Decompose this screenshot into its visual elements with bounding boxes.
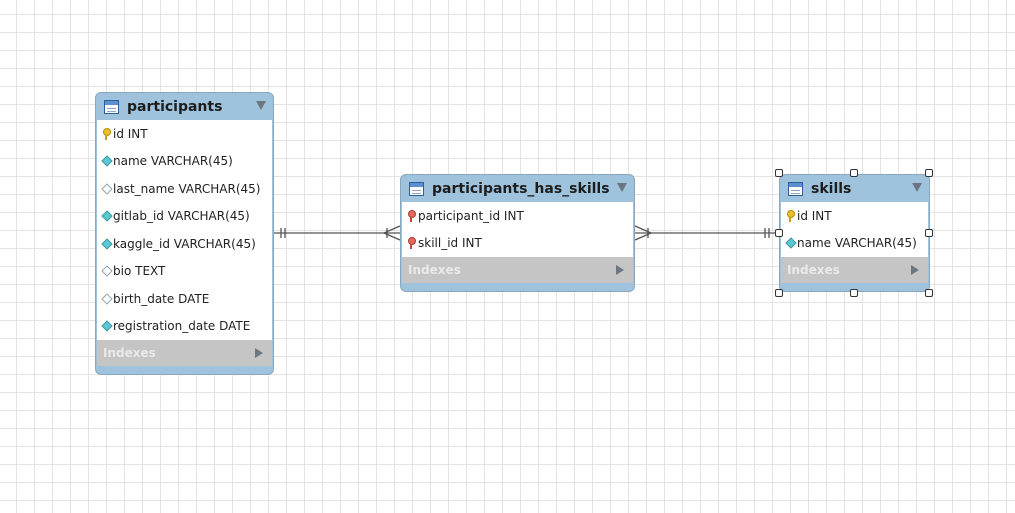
relationship-participants-to-participants-has-skills[interactable] xyxy=(274,225,401,241)
column-row[interactable]: participant_id INT xyxy=(402,202,633,230)
table-icon xyxy=(409,181,424,196)
table-footer xyxy=(96,366,273,374)
not-null-column-icon xyxy=(786,237,795,249)
collapse-arrow-icon[interactable] xyxy=(256,101,266,110)
column-label: id INT xyxy=(113,126,148,141)
crowfoot-mark xyxy=(634,225,652,234)
table-title: participants_has_skills xyxy=(432,180,610,197)
collapse-arrow-icon[interactable] xyxy=(617,183,627,192)
indexes-section[interactable]: Indexes xyxy=(402,257,633,283)
indexes-section[interactable]: Indexes xyxy=(781,257,928,283)
nullable-column-icon xyxy=(102,265,111,277)
column-row[interactable]: name VARCHAR(45) xyxy=(97,148,272,176)
foreign-key-icon xyxy=(407,237,416,250)
expand-arrow-icon[interactable] xyxy=(911,265,919,275)
column-label: name VARCHAR(45) xyxy=(797,236,917,251)
column-row[interactable]: bio TEXT xyxy=(97,258,272,286)
column-row[interactable]: name VARCHAR(45) xyxy=(781,230,928,258)
column-list: id INT name VARCHAR(45) xyxy=(781,202,928,257)
not-null-column-icon xyxy=(102,238,111,250)
crowfoot-mark xyxy=(383,232,401,241)
indexes-label: Indexes xyxy=(103,346,156,360)
resize-handle-top-right[interactable] xyxy=(925,169,933,177)
column-row[interactable]: birth_date DATE xyxy=(97,285,272,313)
column-label: skill_id INT xyxy=(418,236,482,251)
column-row[interactable]: kaggle_id VARCHAR(45) xyxy=(97,230,272,258)
table-footer xyxy=(401,283,634,291)
diagram-canvas[interactable]: participants id INT name VARCHAR(45) las… xyxy=(0,0,1015,513)
crowfoot-mark xyxy=(634,232,652,241)
column-label: bio TEXT xyxy=(113,264,166,279)
column-label: participant_id INT xyxy=(418,208,524,223)
resize-handle-top-left[interactable] xyxy=(775,169,783,177)
column-row[interactable]: gitlab_id VARCHAR(45) xyxy=(97,203,272,231)
column-row[interactable]: registration_date DATE xyxy=(97,313,272,341)
indexes-label: Indexes xyxy=(408,263,461,277)
nullable-column-icon xyxy=(102,293,111,305)
not-null-column-icon xyxy=(102,320,111,332)
table-header[interactable]: participants_has_skills xyxy=(401,175,634,202)
table-icon xyxy=(788,181,803,196)
table-header[interactable]: skills xyxy=(780,175,929,202)
not-null-column-icon xyxy=(102,155,111,167)
resize-handle-top[interactable] xyxy=(850,169,858,177)
not-null-column-icon xyxy=(102,210,111,222)
primary-key-icon xyxy=(786,209,795,222)
column-label: registration_date DATE xyxy=(113,319,251,334)
column-label: name VARCHAR(45) xyxy=(113,154,233,169)
primary-key-icon xyxy=(102,127,111,140)
indexes-label: Indexes xyxy=(787,263,840,277)
collapse-arrow-icon[interactable] xyxy=(912,183,922,192)
column-row[interactable]: last_name VARCHAR(45) xyxy=(97,175,272,203)
table-participants-has-skills[interactable]: participants_has_skills participant_id I… xyxy=(400,174,635,292)
column-label: last_name VARCHAR(45) xyxy=(113,181,261,196)
expand-arrow-icon[interactable] xyxy=(616,265,624,275)
crowfoot-mark xyxy=(383,225,401,234)
column-label: kaggle_id VARCHAR(45) xyxy=(113,236,256,251)
resize-handle-bottom-left[interactable] xyxy=(775,289,783,297)
indexes-section[interactable]: Indexes xyxy=(97,340,272,366)
table-participants[interactable]: participants id INT name VARCHAR(45) las… xyxy=(95,92,274,375)
table-title: skills xyxy=(811,180,852,197)
column-list: id INT name VARCHAR(45) last_name VARCHA… xyxy=(97,120,272,340)
relationship-participants-has-skills-to-skills[interactable] xyxy=(634,225,779,241)
column-row[interactable]: id INT xyxy=(97,120,272,148)
resize-handle-bottom-right[interactable] xyxy=(925,289,933,297)
expand-arrow-icon[interactable] xyxy=(255,348,263,358)
table-skills[interactable]: skills id INT name VARCHAR(45) Indexes xyxy=(779,174,930,292)
column-list: participant_id INT skill_id INT xyxy=(402,202,633,257)
foreign-key-icon xyxy=(407,209,416,222)
table-title: participants xyxy=(127,98,223,115)
nullable-column-icon xyxy=(102,183,111,195)
resize-handle-bottom[interactable] xyxy=(850,289,858,297)
table-header[interactable]: participants xyxy=(96,93,273,120)
resize-handle-left[interactable] xyxy=(775,229,783,237)
column-row[interactable]: skill_id INT xyxy=(402,230,633,258)
column-label: birth_date DATE xyxy=(113,291,210,306)
table-icon xyxy=(104,99,119,114)
column-row[interactable]: id INT xyxy=(781,202,928,230)
column-label: gitlab_id VARCHAR(45) xyxy=(113,209,250,224)
column-label: id INT xyxy=(797,208,832,223)
resize-handle-right[interactable] xyxy=(925,229,933,237)
